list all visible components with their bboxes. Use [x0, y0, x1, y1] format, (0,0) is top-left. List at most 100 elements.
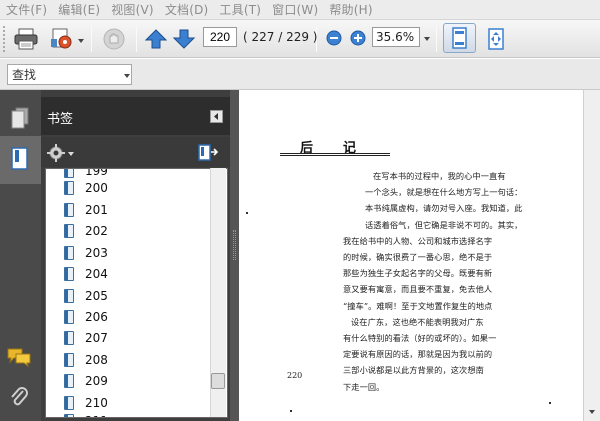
expand-bookmark-button[interactable]: [197, 143, 219, 163]
bookmarks-title: 书签: [47, 112, 74, 127]
print-button[interactable]: [11, 24, 41, 54]
pages-nav-button[interactable]: [8, 105, 32, 131]
bookmark-icon: [11, 147, 28, 170]
bookmark-label: 204: [85, 267, 108, 281]
toolbar-grip[interactable]: [3, 26, 7, 52]
list-item[interactable]: 201: [64, 200, 108, 220]
list-item[interactable]: 210: [64, 393, 108, 413]
bookmarks-nav-button[interactable]: [6, 145, 34, 173]
bookmark-icon: [64, 289, 74, 303]
bookmark-icon: [64, 414, 74, 417]
toolbar-separator: [436, 26, 437, 52]
menu-bar: 文件(F) 编辑(E) 视图(V) 文档(D) 工具(T) 窗口(W) 帮助(H…: [0, 0, 600, 20]
printer-icon: [14, 28, 38, 50]
text-line: 话透着俗气，但它确是非说不可的。其实，: [365, 219, 523, 230]
bookmarks-scroll-thumb[interactable]: [211, 373, 225, 389]
paperclip-icon: [11, 387, 28, 406]
attachments-nav-button[interactable]: [6, 384, 32, 410]
bookmark-label: 200: [85, 181, 108, 195]
list-item[interactable]: 202: [64, 221, 108, 241]
options-dropdown-arrow[interactable]: [68, 152, 74, 156]
scroll-down-arrow[interactable]: [589, 410, 595, 414]
scan-speck: [246, 212, 248, 214]
text-line: 在写本书的过程中，我的心中一直有: [373, 171, 506, 181]
list-item[interactable]: 205: [64, 286, 108, 306]
bookmark-expand-icon: [198, 144, 218, 161]
hand-tool-button[interactable]: [99, 24, 129, 54]
previous-page-icon: [145, 29, 167, 49]
bookmark-label: 201: [85, 203, 108, 217]
bookmark-label: 199: [85, 168, 108, 178]
bookmark-icon: [64, 396, 74, 410]
gear-icon: [47, 144, 65, 162]
text-line: 我在给书中的人物、公司和城市选择名字: [343, 235, 493, 246]
list-item[interactable]: 203: [64, 243, 108, 263]
bookmark-label: 209: [85, 374, 108, 388]
bookmark-icon: [64, 224, 74, 238]
list-item[interactable]: 204: [64, 264, 108, 284]
bookmark-label: 202: [85, 224, 108, 238]
bookmark-label: 207: [85, 331, 108, 345]
bookmark-icon: [64, 267, 74, 281]
bookmark-icon: [64, 331, 74, 345]
next-page-button[interactable]: [172, 26, 196, 52]
bookmark-label: 206: [85, 310, 108, 324]
list-item[interactable]: 206: [64, 307, 108, 327]
menu-view[interactable]: 视图(V): [111, 1, 154, 18]
scan-speck: [549, 402, 551, 404]
comments-icon: [7, 348, 31, 367]
zoom-input[interactable]: 35.6%: [372, 27, 420, 47]
bookmark-label: 208: [85, 353, 108, 367]
options-button[interactable]: [45, 142, 67, 164]
toolbar-separator: [136, 26, 137, 52]
fit-page-icon: [452, 27, 467, 49]
text-line: 意又要有寓意，而且要不重复，免去他人: [343, 284, 493, 295]
find-input[interactable]: [7, 64, 132, 85]
zoom-dropdown-arrow[interactable]: [424, 37, 430, 41]
list-item[interactable]: 208: [64, 350, 108, 370]
page-body: 在写本书的过程中，我的心中一直有 一个念头，就是想在什么地方写上一句话： 本书纯…: [343, 168, 577, 395]
fit-page-button[interactable]: [443, 23, 476, 53]
bookmark-label: 211: [85, 414, 108, 417]
page-number-input[interactable]: [203, 27, 237, 47]
page-count: ( 227 / 229 ): [243, 30, 318, 44]
list-item[interactable]: 209: [64, 371, 108, 391]
document-settings-icon: [51, 28, 72, 49]
list-item[interactable]: 200: [64, 178, 108, 198]
toolbar-separator: [91, 26, 92, 52]
comments-nav-button[interactable]: [6, 345, 32, 369]
chevron-down-icon[interactable]: [78, 39, 84, 43]
menu-tools[interactable]: 工具(T): [219, 1, 261, 18]
page-number: 220: [287, 371, 303, 380]
zoom-in-icon: [350, 30, 366, 46]
document-scrollbar[interactable]: [583, 90, 600, 421]
bookmark-icon: [64, 169, 74, 178]
bookmark-label: 205: [85, 289, 108, 303]
bookmark-icon: [64, 374, 74, 388]
menu-window[interactable]: 窗口(W): [272, 1, 318, 18]
bookmark-icon: [64, 246, 74, 260]
list-item[interactable]: 207: [64, 328, 108, 348]
list-item[interactable]: 211: [64, 411, 108, 417]
text-line: “撞车”。难啊！至于文地置作复生的地点: [343, 300, 493, 311]
text-line: 设在广东，这也绝不能表明我对广东: [351, 316, 484, 327]
bookmark-label: 210: [85, 396, 108, 410]
menu-help[interactable]: 帮助(H): [329, 1, 372, 18]
zoom-in-button[interactable]: [349, 29, 367, 47]
pane-splitter[interactable]: [230, 90, 239, 421]
previous-page-button[interactable]: [144, 26, 168, 52]
find-dropdown-arrow[interactable]: [124, 74, 130, 78]
collapse-panel-button[interactable]: [210, 110, 223, 123]
text-line: 三部小说都是以此方背景的，这次想南: [343, 365, 484, 376]
heading-rule: [280, 153, 390, 156]
text-line: 的时候，确实很费了一番心思，绝不是于: [343, 252, 493, 263]
bookmark-label: 203: [85, 246, 108, 260]
zoom-out-button[interactable]: [325, 29, 343, 47]
menu-document[interactable]: 文档(D): [165, 1, 209, 18]
next-page-icon: [173, 29, 195, 49]
scan-speck: [290, 410, 292, 412]
menu-edit[interactable]: 编辑(E): [58, 1, 100, 18]
document-settings-button[interactable]: [46, 24, 76, 54]
fit-width-button[interactable]: [481, 24, 511, 54]
menu-file[interactable]: 文件(F): [6, 1, 47, 18]
